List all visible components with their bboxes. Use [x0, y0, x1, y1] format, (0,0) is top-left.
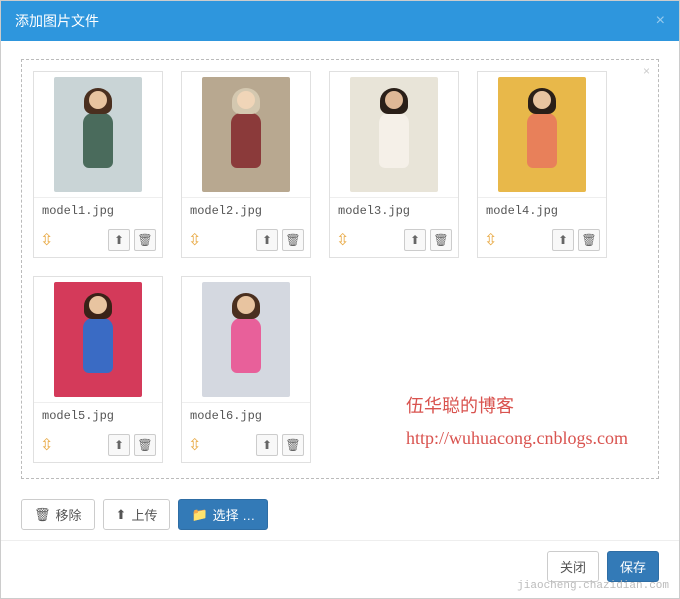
- thumbnail-actions: ⇳ ⬆ 🗑: [34, 429, 162, 462]
- thumbnail-image: [182, 277, 310, 402]
- upload-item-button[interactable]: ⬆: [404, 229, 426, 251]
- thumbnail-card[interactable]: model4.jpg ⇳ ⬆ 🗑: [477, 71, 607, 258]
- close-button[interactable]: 关闭: [547, 551, 599, 582]
- thumbnail-image: [34, 72, 162, 197]
- thumbnail-image: [182, 72, 310, 197]
- upload-item-button[interactable]: ⬆: [256, 434, 278, 456]
- page-watermark: jiaocheng.chazidian.com: [517, 580, 669, 592]
- thumbnail-filename: model3.jpg: [330, 197, 458, 224]
- drag-handle-icon[interactable]: ⇳: [484, 230, 497, 250]
- remove-label: 移除: [56, 505, 82, 524]
- dialog-close-button[interactable]: ×: [656, 12, 665, 30]
- save-button[interactable]: 保存: [607, 551, 659, 582]
- drag-handle-icon[interactable]: ⇳: [188, 230, 201, 250]
- thumbnail-card[interactable]: model3.jpg ⇳ ⬆ 🗑: [329, 71, 459, 258]
- thumbnail-card[interactable]: model2.jpg ⇳ ⬆ 🗑: [181, 71, 311, 258]
- upload-arrow-icon: ⬆: [116, 507, 127, 523]
- upload-button[interactable]: ⬆ 上传: [103, 499, 171, 530]
- upload-item-button[interactable]: ⬆: [256, 229, 278, 251]
- thumbnail-filename: model5.jpg: [34, 402, 162, 429]
- upload-dialog: 添加图片文件 × × model1.jpg ⇳ ⬆ 🗑: [0, 0, 680, 599]
- thumbnail-image: [34, 277, 162, 402]
- drag-handle-icon[interactable]: ⇳: [336, 230, 349, 250]
- folder-icon: 📁: [191, 507, 207, 523]
- remove-button[interactable]: 🗑 移除: [21, 499, 95, 530]
- delete-item-button[interactable]: 🗑: [282, 434, 304, 456]
- thumbnail-actions: ⇳ ⬆ 🗑: [182, 224, 310, 257]
- delete-item-button[interactable]: 🗑: [282, 229, 304, 251]
- thumbnail-image: [330, 72, 458, 197]
- thumbnail-actions: ⇳ ⬆ 🗑: [478, 224, 606, 257]
- thumbnail-actions: ⇳ ⬆ 🗑: [330, 224, 458, 257]
- file-dropzone[interactable]: × model1.jpg ⇳ ⬆ 🗑: [21, 59, 659, 479]
- blog-link[interactable]: http://wuhuacong.cnblogs.com: [406, 428, 628, 448]
- drag-handle-icon[interactable]: ⇳: [40, 230, 53, 250]
- thumbnail-actions: ⇳ ⬆ 🗑: [34, 224, 162, 257]
- thumbnail-filename: model1.jpg: [34, 197, 162, 224]
- thumbnail-filename: model6.jpg: [182, 402, 310, 429]
- upload-item-button[interactable]: ⬆: [552, 229, 574, 251]
- thumbnail-card[interactable]: model1.jpg ⇳ ⬆ 🗑: [33, 71, 163, 258]
- delete-item-button[interactable]: 🗑: [134, 229, 156, 251]
- select-files-button[interactable]: 📁 选择 …: [178, 499, 268, 530]
- select-label: 选择 …: [213, 505, 256, 524]
- thumbnail-card[interactable]: model6.jpg ⇳ ⬆ 🗑: [181, 276, 311, 463]
- upload-label: 上传: [131, 505, 157, 524]
- dropzone-close-button[interactable]: ×: [643, 64, 650, 78]
- dialog-body: × model1.jpg ⇳ ⬆ 🗑: [1, 41, 679, 489]
- thumbnail-actions: ⇳ ⬆ 🗑: [182, 429, 310, 462]
- dialog-header: 添加图片文件 ×: [1, 1, 679, 41]
- thumbnail-filename: model4.jpg: [478, 197, 606, 224]
- thumbnail-image: [478, 72, 606, 197]
- blog-title: 伍华聪的博客: [406, 390, 628, 422]
- thumbnail-filename: model2.jpg: [182, 197, 310, 224]
- upload-item-button[interactable]: ⬆: [108, 434, 130, 456]
- trash-icon: 🗑: [34, 507, 51, 523]
- dialog-title: 添加图片文件: [15, 11, 99, 31]
- thumbnail-card[interactable]: model5.jpg ⇳ ⬆ 🗑: [33, 276, 163, 463]
- drag-handle-icon[interactable]: ⇳: [40, 435, 53, 455]
- upload-item-button[interactable]: ⬆: [108, 229, 130, 251]
- action-toolbar: 🗑 移除 ⬆ 上传 📁 选择 …: [1, 489, 679, 534]
- drag-handle-icon[interactable]: ⇳: [188, 435, 201, 455]
- delete-item-button[interactable]: 🗑: [578, 229, 600, 251]
- delete-item-button[interactable]: 🗑: [134, 434, 156, 456]
- blog-watermark: 伍华聪的博客 http://wuhuacong.cnblogs.com: [406, 390, 628, 455]
- delete-item-button[interactable]: 🗑: [430, 229, 452, 251]
